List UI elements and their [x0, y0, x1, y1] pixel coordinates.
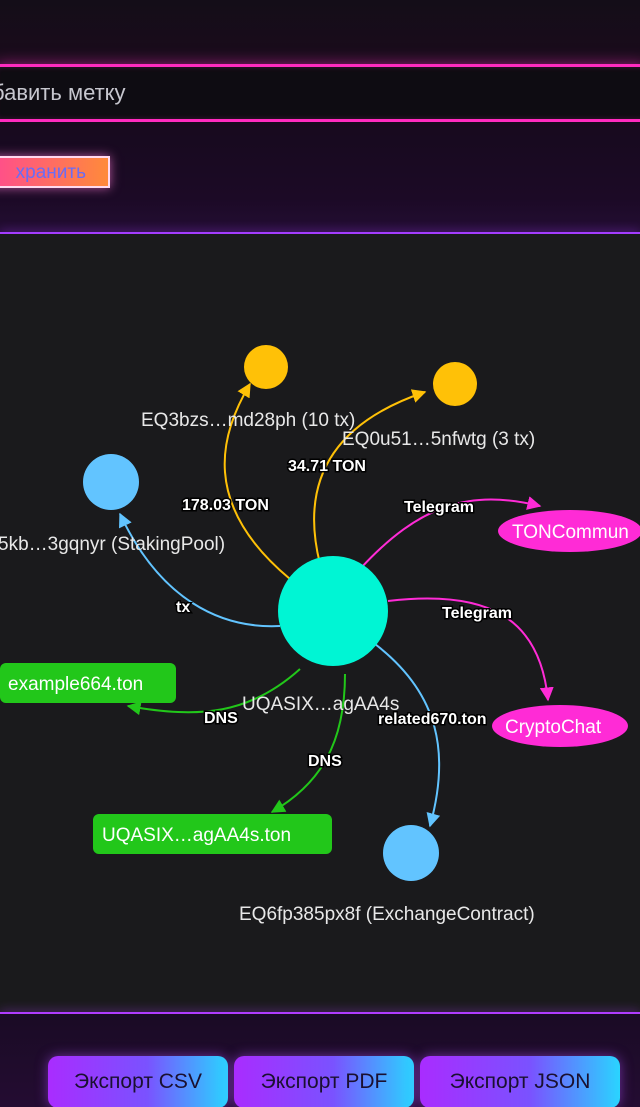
node-label-tx1: EQ3bzs…md28ph (10 tx) [141, 410, 355, 431]
node-exchange[interactable] [383, 825, 439, 881]
node-label-pool: 5kb…3gqnyr (StakingPool) [0, 534, 225, 555]
node-label-center: UQASIX…agAA4s [242, 694, 399, 715]
export-pdf-button[interactable]: Экспорт PDF [234, 1056, 414, 1107]
edge-pool[interactable] [119, 512, 281, 628]
node-tx2[interactable] [433, 362, 477, 406]
node-label-tg1: TONCommun [512, 522, 629, 543]
edge-exchange[interactable] [374, 643, 441, 828]
node-center[interactable] [278, 556, 388, 666]
edge-label-pool: tx [176, 599, 190, 616]
edge-label-dns1: DNS [204, 710, 238, 727]
node-label-dns1: example664.ton [8, 674, 143, 695]
app-window: хранить [0, 0, 640, 1107]
save-button[interactable]: хранить [0, 156, 110, 188]
node-label-tx2: EQ0u51…5nfwtg (3 tx) [342, 429, 535, 450]
label-input[interactable] [0, 64, 640, 122]
node-label-tg2: CryptoChat [505, 717, 602, 738]
edge-label-tx2: 34.71 TON [288, 458, 366, 475]
relationship-graph[interactable]: 178.03 TON 34.71 TON tx Telegram Telegra… [0, 234, 640, 1012]
top-strip [0, 0, 640, 64]
export-json-button[interactable]: Экспорт JSON [420, 1056, 620, 1107]
node-tx1[interactable] [244, 345, 288, 389]
node-pool[interactable] [83, 454, 139, 510]
node-label-dns2: UQASIX…agAA4s.ton [102, 825, 291, 846]
edge-label-tx1: 178.03 TON [182, 497, 269, 514]
export-csv-button[interactable]: Экспорт CSV [48, 1056, 228, 1107]
edge-label-tg1: Telegram [404, 499, 474, 516]
node-label-exchange: EQ6fp385px8f (ExchangeContract) [239, 904, 535, 925]
edge-label-tg2: Telegram [442, 605, 512, 622]
edge-label-dns2: DNS [308, 753, 342, 770]
